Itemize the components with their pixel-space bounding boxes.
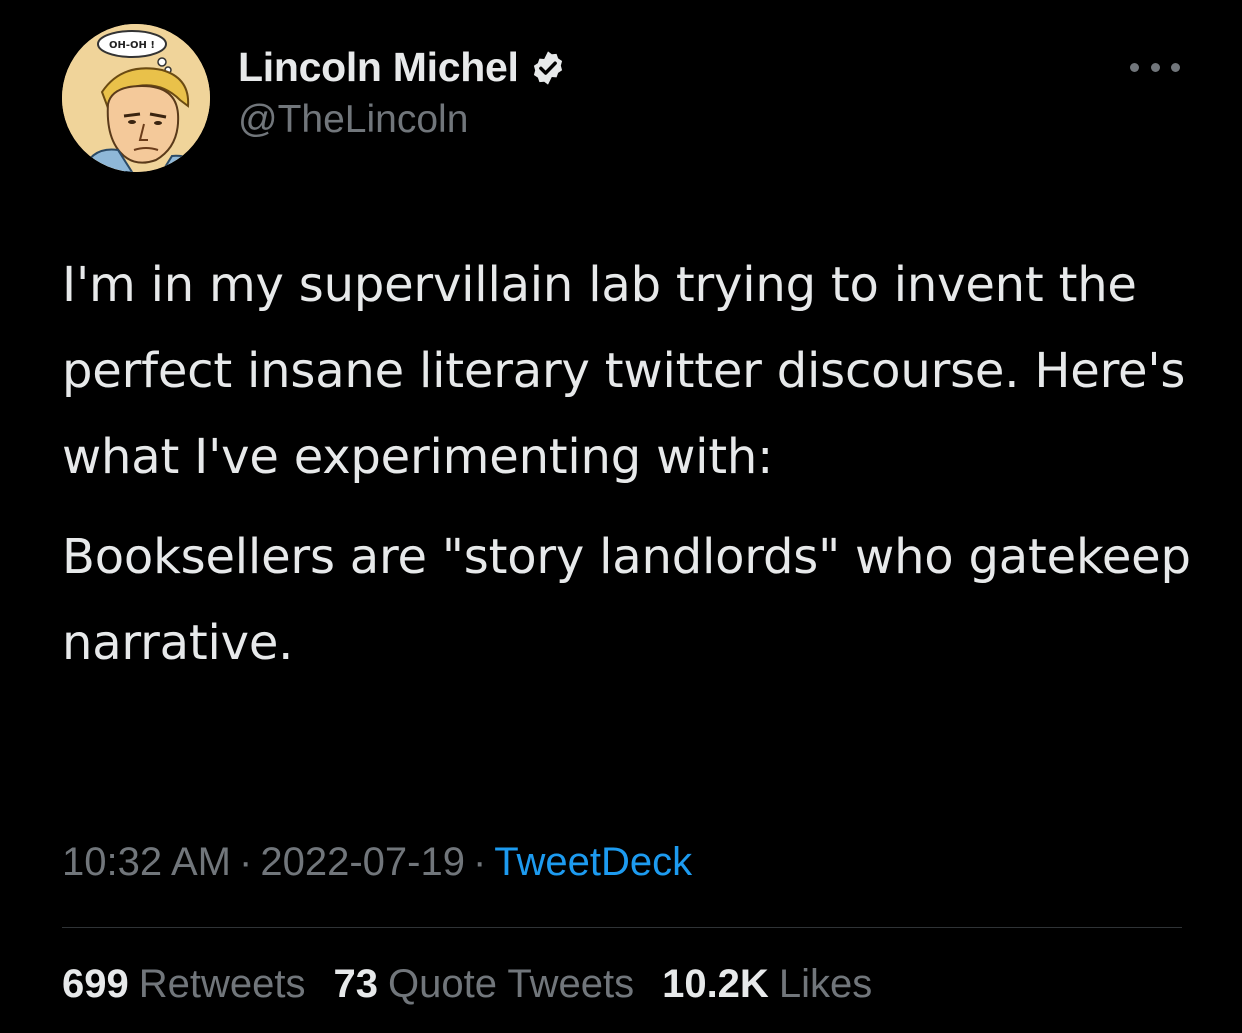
retweets-label: Retweets — [138, 962, 306, 1006]
meta-separator: · — [239, 840, 253, 884]
tweet-paragraph: I'm in my supervillain lab trying to inv… — [62, 257, 1186, 485]
quotes-label: Quote Tweets — [388, 962, 635, 1006]
tweet-paragraph: Booksellers are "story landlords" who ga… — [62, 529, 1191, 671]
tweet-detail: OH-OH ! Lincoln Michel @TheLincoln I'm i… — [0, 0, 1242, 1033]
divider — [62, 927, 1182, 928]
tweet-text: I'm in my supervillain lab trying to inv… — [62, 242, 1192, 686]
likes-count: 10.2K — [662, 962, 769, 1006]
tweet-source-link[interactable]: TweetDeck — [494, 840, 692, 884]
quote-tweets-stat[interactable]: 73 Quote Tweets — [334, 962, 635, 1007]
meta-separator: · — [472, 840, 487, 884]
more-horizontal-icon[interactable] — [1130, 50, 1180, 84]
avatar[interactable]: OH-OH ! — [62, 24, 210, 172]
more-dot — [1171, 62, 1180, 72]
tweet-meta: 10:32 AM · 2022-07-19 · TweetDeck — [62, 840, 692, 885]
tweet-date[interactable]: 2022-07-19 — [260, 840, 465, 884]
likes-stat[interactable]: 10.2K Likes — [662, 962, 872, 1007]
author-handle[interactable]: @TheLincoln — [238, 98, 468, 142]
tweet-time[interactable]: 10:32 AM — [62, 840, 231, 884]
verified-badge-icon — [529, 49, 567, 87]
avatar-bubble-text: OH-OH ! — [109, 40, 155, 51]
likes-label: Likes — [778, 962, 873, 1006]
author-name-row[interactable]: Lincoln Michel — [238, 44, 567, 91]
quotes-count: 73 — [333, 962, 379, 1006]
more-dot — [1150, 62, 1160, 72]
more-dot — [1130, 62, 1139, 72]
tweet-stats: 699 Retweets 73 Quote Tweets 10.2K Likes — [62, 962, 872, 1007]
avatar-image: OH-OH ! — [62, 24, 210, 172]
retweets-count: 699 — [62, 962, 129, 1006]
retweets-stat[interactable]: 699 Retweets — [62, 962, 306, 1007]
author-display-name[interactable]: Lincoln Michel — [238, 44, 519, 91]
